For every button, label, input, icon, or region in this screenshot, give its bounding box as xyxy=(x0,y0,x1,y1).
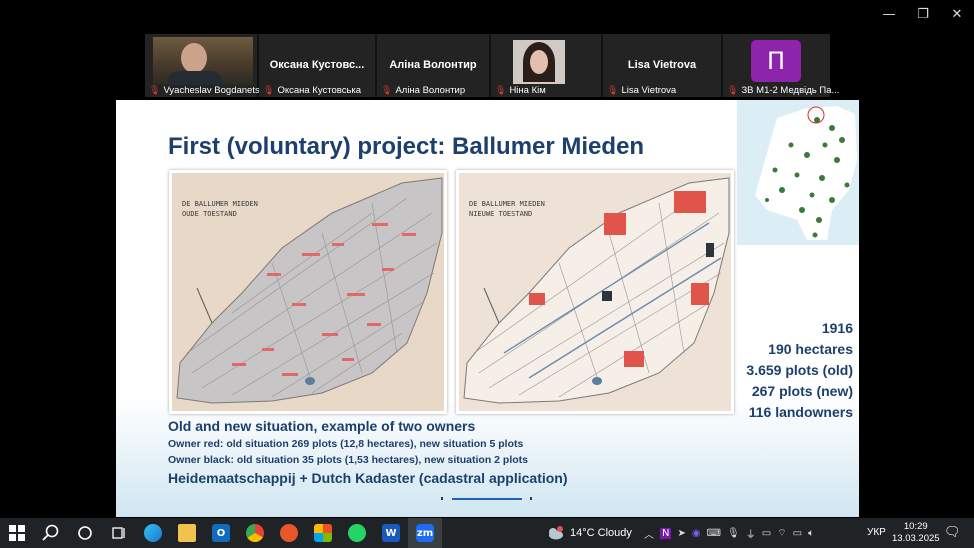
clock-time: 10:29 xyxy=(903,521,928,532)
restore-button[interactable]: ❐ xyxy=(906,0,940,28)
search-button[interactable] xyxy=(34,518,68,548)
slide-divider-line xyxy=(452,498,522,500)
taskbar-app-explorer[interactable] xyxy=(170,518,204,548)
participant-display-name: Оксана Кустовс... xyxy=(269,59,365,71)
taskbar-app-outlook[interactable]: O xyxy=(204,518,238,548)
mic-muted-icon: 🎙︎ xyxy=(607,85,619,95)
participant-avatar: П xyxy=(751,40,801,82)
windows-taskbar: O W zm 14°C Cloudy ︿ N ➤ ◉ ⌨ 🎙︎ ⏚ ▭ ⌔ ▭ … xyxy=(0,518,974,548)
mic-muted-icon: 🎙︎ xyxy=(495,85,507,95)
word-icon: W xyxy=(382,524,400,542)
new-situation-map: DE BALLUMER MIEDEN NIEUWE TOESTAND xyxy=(456,170,734,414)
stat-landowners: 116 landowners xyxy=(748,404,853,420)
taskbar-app-whatsapp[interactable] xyxy=(340,518,374,548)
participant-name: Ніна Кім xyxy=(509,85,546,96)
participants-strip: 🎙︎ Vyacheslav Bogdanets Оксана Кустовс...… xyxy=(145,34,839,97)
participant-photo xyxy=(513,40,565,84)
caption-owner-red: Owner red: old situation 269 plots (12,8… xyxy=(168,438,524,450)
onenote-icon[interactable]: N xyxy=(660,527,672,539)
taskbar-app-word[interactable]: W xyxy=(374,518,408,548)
taskbar-app-store[interactable] xyxy=(306,518,340,548)
search-icon xyxy=(42,524,59,541)
participant-video xyxy=(153,37,253,85)
caption-footer: Heidemaatschappij + Dutch Kadaster (cada… xyxy=(168,470,568,486)
participant-display-name: Lisa Vietrova xyxy=(627,59,697,71)
participant-tile[interactable]: Оксана Кустовс... 🎙︎ Оксана Кустовська xyxy=(259,34,377,97)
taskbar-app-zoom[interactable]: zm xyxy=(408,518,442,548)
keyboard-icon[interactable]: ⌨ xyxy=(707,528,721,539)
cloud-icon xyxy=(549,526,563,540)
display-icon[interactable]: ▭ xyxy=(762,528,771,539)
window-controls: — ❐ ✕ xyxy=(872,0,974,28)
telegram-icon[interactable]: ➤ xyxy=(677,528,685,539)
map-label-old: DE BALLUMER MIEDEN OUDE TOESTAND xyxy=(182,200,258,218)
old-situation-map: DE BALLUMER MIEDEN OUDE TOESTAND xyxy=(169,170,447,414)
project-stats: 1916 190 hectares 3.659 plots (old) 267 … xyxy=(746,318,853,423)
weather-text: 14°C Cloudy xyxy=(570,527,632,539)
zoom-icon: zm xyxy=(416,524,434,542)
mic-muted-icon: 🎙︎ xyxy=(263,85,275,95)
stat-plots-new: 267 plots (new) xyxy=(751,383,853,399)
participant-name: ЗВ М1-2 Медвідь Па... xyxy=(741,85,840,96)
participant-tile[interactable]: П 🎙︎ ЗВ М1-2 Медвідь Па... xyxy=(723,34,839,97)
slide-divider-dot xyxy=(530,497,532,500)
participant-name: Vyacheslav Bogdanets xyxy=(163,85,260,96)
app-icon xyxy=(280,524,298,542)
close-button[interactable]: ✕ xyxy=(940,0,974,28)
slide-title: First (voluntary) project: Ballumer Mied… xyxy=(168,133,645,160)
stat-plots-old: 3.659 plots (old) xyxy=(746,362,853,378)
shared-slide: First (voluntary) project: Ballumer Mied… xyxy=(116,100,859,517)
participant-tile[interactable]: 🎙︎ Ніна Кім xyxy=(491,34,603,97)
mic-muted-icon: 🎙︎ xyxy=(381,85,393,95)
start-button[interactable] xyxy=(0,518,34,548)
whatsapp-icon xyxy=(348,524,366,542)
mic-muted-icon: 🎙︎ xyxy=(727,85,739,95)
outlook-icon: O xyxy=(212,524,230,542)
caption-main: Old and new situation, example of two ow… xyxy=(168,418,476,434)
microphone-icon[interactable]: 🎙︎ xyxy=(727,528,740,539)
task-view-button[interactable] xyxy=(102,518,136,548)
minimize-button[interactable]: — xyxy=(872,0,906,28)
mic-muted-icon: 🎙︎ xyxy=(149,85,161,95)
battery-icon[interactable]: ▭ xyxy=(793,528,802,539)
participant-tile[interactable]: Аліна Волонтир 🎙︎ Аліна Волонтир xyxy=(377,34,491,97)
network-icon[interactable]: ⌔ xyxy=(777,527,786,540)
stat-area: 190 hectares xyxy=(768,341,853,357)
clock-date: 13.03.2025 xyxy=(892,533,940,544)
participant-name: Lisa Vietrova xyxy=(621,85,677,96)
taskbar-app-edge[interactable] xyxy=(136,518,170,548)
task-view-icon xyxy=(112,527,125,539)
taskbar-app-generic[interactable] xyxy=(272,518,306,548)
slide-divider-dot xyxy=(441,497,443,500)
store-icon xyxy=(314,524,332,542)
edge-icon xyxy=(144,524,162,542)
start-icon xyxy=(9,525,25,541)
clock[interactable]: 10:29 13.03.2025 xyxy=(892,521,940,545)
taskbar-app-chrome[interactable] xyxy=(238,518,272,548)
language-indicator[interactable]: УКР xyxy=(867,527,886,538)
viber-icon[interactable]: ◉ xyxy=(692,528,701,539)
weather-widget[interactable]: 14°C Cloudy xyxy=(546,518,632,548)
caption-owner-black: Owner black: old situation 35 plots (1,5… xyxy=(168,454,528,466)
participant-tile[interactable]: Lisa Vietrova 🎙︎ Lisa Vietrova xyxy=(603,34,723,97)
chrome-icon xyxy=(246,524,264,542)
map-label-new: DE BALLUMER MIEDEN NIEUWE TOESTAND xyxy=(469,200,545,218)
system-tray: ︿ N ➤ ◉ ⌨ 🎙︎ ⏚ ▭ ⌔ ▭ 🔈︎ xyxy=(644,518,814,548)
usb-icon[interactable]: ⏚ xyxy=(746,526,756,541)
stat-year: 1916 xyxy=(821,320,853,336)
participant-display-name: Аліна Волонтир xyxy=(389,59,477,71)
netherlands-map xyxy=(737,100,859,245)
show-hidden-icons-chevron-icon[interactable]: ︿ xyxy=(644,526,654,541)
notifications-icon[interactable]: 🗨︎ xyxy=(944,525,961,540)
participant-name: Аліна Волонтир xyxy=(395,85,466,96)
file-explorer-icon xyxy=(178,524,196,542)
volume-icon[interactable]: 🔈︎ xyxy=(808,528,814,539)
cortana-icon xyxy=(78,526,92,540)
cortana-button[interactable] xyxy=(68,518,102,548)
participant-tile-self[interactable]: 🎙︎ Vyacheslav Bogdanets xyxy=(145,34,260,97)
participant-name: Оксана Кустовська xyxy=(277,85,362,96)
